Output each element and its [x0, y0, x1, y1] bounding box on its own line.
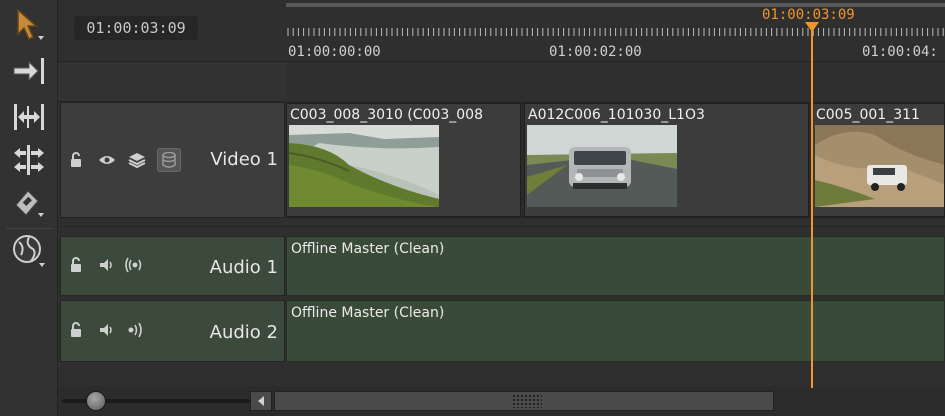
clip-title: A012C006_101030_L1O3 — [528, 107, 705, 123]
clip-title: C003_008_3010 (C003_008 — [290, 107, 483, 123]
broadcast-icon[interactable] — [125, 255, 145, 275]
scrollbar-grip — [512, 394, 542, 408]
chevron-left-icon — [258, 396, 264, 406]
scroll-left-button[interactable] — [250, 391, 272, 411]
ripple-tool-icon[interactable] — [8, 100, 50, 134]
lock-icon[interactable] — [67, 255, 87, 275]
track-header-audio-1[interactable]: Audio 1 — [60, 236, 285, 296]
video-clip[interactable]: C003_008_3010 (C003_008 — [286, 103, 521, 217]
video-track-lane: C003_008_3010 (C003_008 A012C006_101030_… — [286, 102, 945, 218]
speaker-icon[interactable] — [97, 255, 117, 275]
ruler-label: 01:00:04: — [862, 44, 938, 60]
clip-thumbnail-suv-rocks — [815, 125, 944, 207]
select-tool-icon[interactable] — [8, 8, 50, 42]
lock-icon[interactable] — [67, 150, 87, 170]
playhead-timecode: 01:00:03:09 — [762, 7, 855, 23]
track-name: Audio 2 — [209, 322, 278, 343]
razor-tool-icon[interactable] — [8, 186, 50, 220]
layers-icon[interactable] — [127, 150, 147, 170]
database-icon[interactable] — [157, 148, 181, 172]
clip-title: Offline Master (Clean) — [291, 241, 445, 257]
tool-separator — [6, 228, 52, 229]
sound-waves-icon[interactable] — [125, 320, 145, 340]
track-header-spacer — [58, 62, 286, 102]
ruler-label: 01:00:00:00 — [288, 44, 381, 60]
audio-clip[interactable]: Offline Master (Clean) — [286, 236, 945, 296]
track-header-audio-2[interactable]: Audio 2 — [60, 300, 285, 362]
slip-tool-icon[interactable] — [8, 143, 50, 177]
playhead-line[interactable] — [811, 28, 813, 388]
render-globe-icon[interactable] — [8, 234, 50, 268]
insert-tool-icon[interactable] — [8, 54, 50, 88]
clip-title: C005_001_311 — [816, 107, 920, 123]
clip-thumbnail-coastal-cliff — [289, 125, 439, 207]
ruler-label: 01:00:02:00 — [549, 44, 642, 60]
tool-bar — [0, 0, 58, 416]
track-name: Video 1 — [210, 149, 278, 170]
video-clip[interactable]: A012C006_101030_L1O3 — [524, 103, 809, 217]
current-timecode: 01:00:03:09 — [74, 16, 198, 40]
clip-title: Offline Master (Clean) — [291, 305, 445, 321]
audio-clip[interactable]: Offline Master (Clean) — [286, 300, 945, 362]
video-clip[interactable]: C005_001_311 — [812, 103, 945, 217]
track-header-video-1[interactable]: Video 1 — [60, 102, 285, 218]
zoom-slider-knob[interactable] — [86, 391, 106, 411]
speaker-icon[interactable] — [97, 320, 117, 340]
track-name: Audio 1 — [209, 257, 278, 278]
lock-icon[interactable] — [67, 320, 87, 340]
clip-thumbnail-suv-road — [527, 125, 677, 207]
eye-icon[interactable] — [97, 150, 117, 170]
